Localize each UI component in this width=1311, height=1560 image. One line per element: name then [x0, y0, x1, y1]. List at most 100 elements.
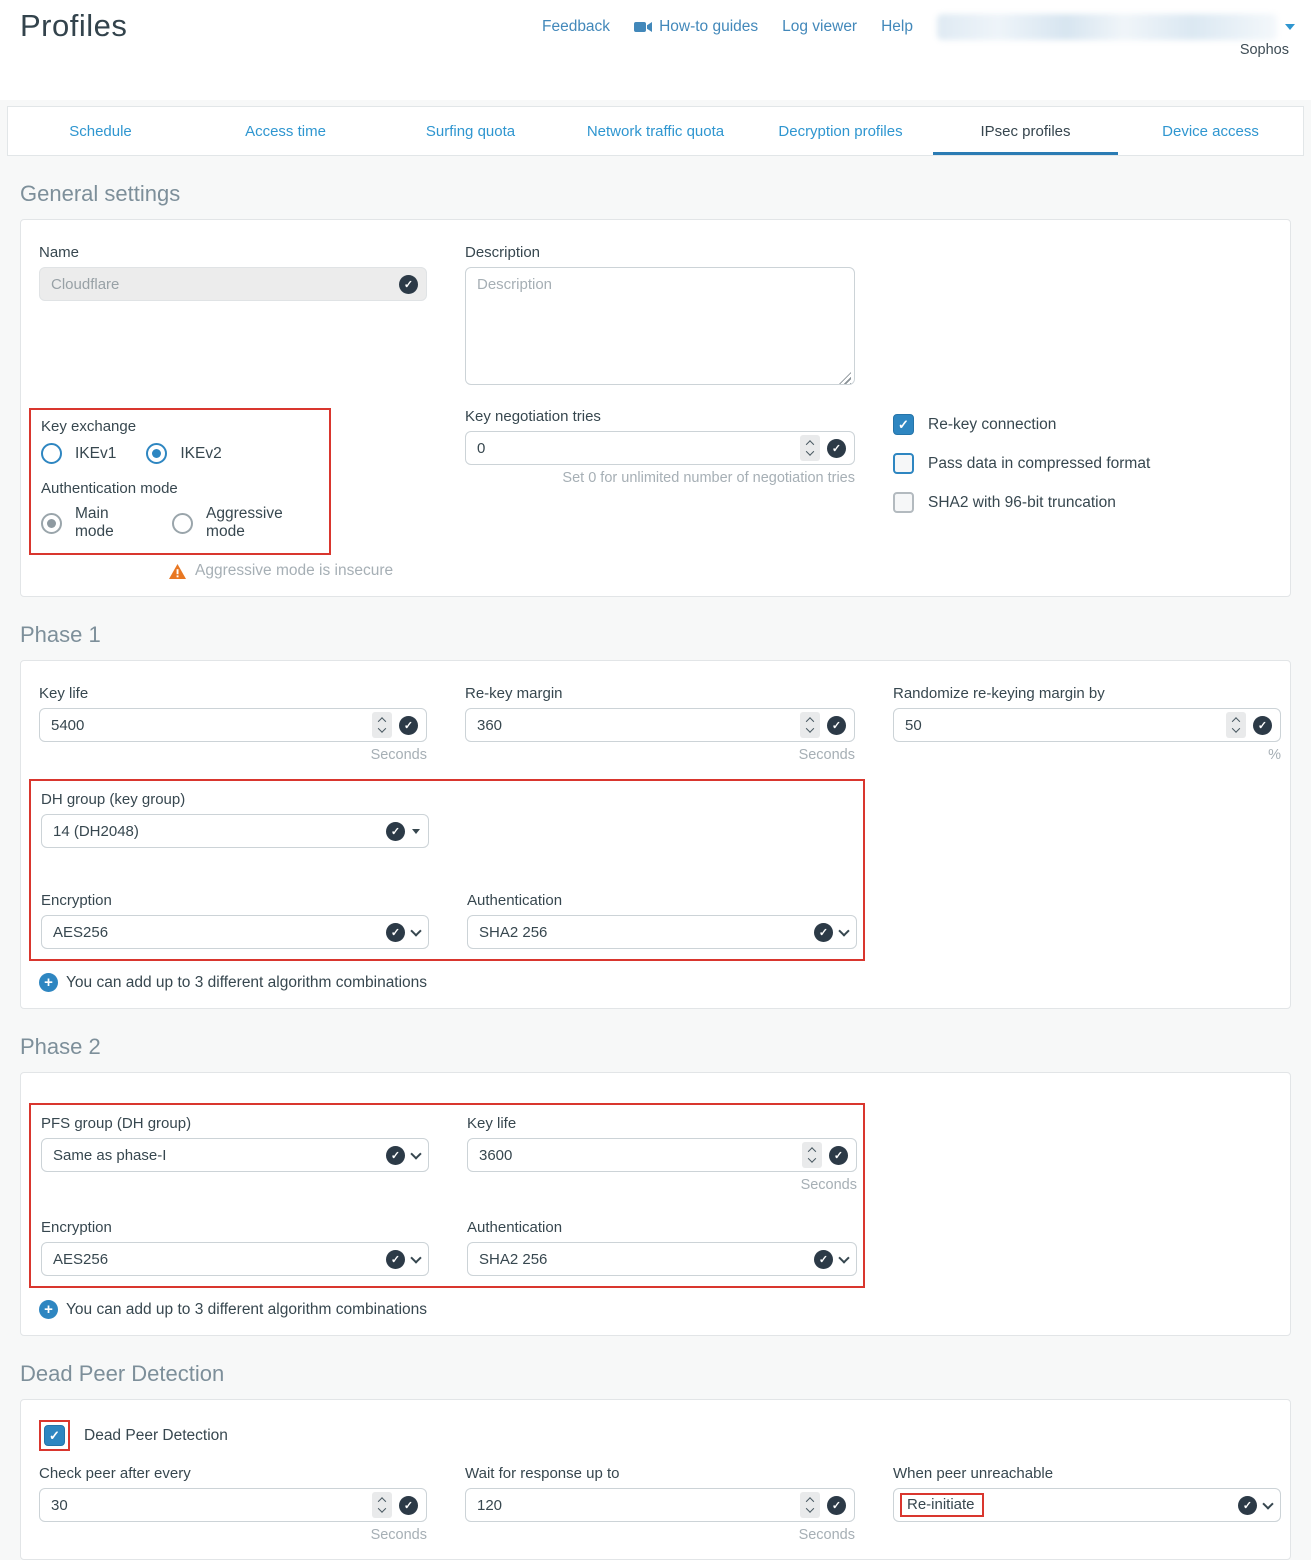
radio-aggressive-mode-label: Aggressive mode: [206, 505, 317, 541]
tab-bar: Schedule Access time Surfing quota Netwo…: [7, 106, 1304, 156]
randomize-margin-label: Randomize re-keying margin by: [893, 685, 1281, 702]
number-stepper[interactable]: [802, 1142, 822, 1168]
add-combination-icon[interactable]: [39, 973, 58, 992]
key-negotiation-value[interactable]: [477, 440, 800, 457]
tab-surfing-quota[interactable]: Surfing quota: [378, 107, 563, 155]
when-unreachable-select[interactable]: Re-initiate: [893, 1488, 1281, 1522]
dh-group-select[interactable]: 14 (DH2048): [41, 814, 429, 848]
valid-check-icon: [814, 1250, 833, 1269]
chevron-down-icon: [410, 1148, 421, 1159]
account-name-redacted: [937, 14, 1277, 40]
pfs-group-select[interactable]: Same as phase-I: [41, 1138, 429, 1172]
tab-device-access[interactable]: Device access: [1118, 107, 1303, 155]
dropdown-caret-icon: [412, 829, 420, 834]
number-stepper[interactable]: [1226, 712, 1246, 738]
phase2-encryption-select[interactable]: AES256: [41, 1242, 429, 1276]
aggressive-mode-warning: Aggressive mode is insecure: [195, 562, 393, 580]
phase1-authentication-select[interactable]: SHA2 256: [467, 915, 857, 949]
radio-ikev2-label: IKEv2: [180, 445, 221, 463]
phase1-encryption-select[interactable]: AES256: [41, 915, 429, 949]
sha2-truncation-checkbox: [893, 492, 914, 513]
help-link[interactable]: Help: [881, 18, 913, 36]
key-negotiation-hint: Set 0 for unlimited number of negotiatio…: [465, 470, 855, 486]
dh-group-label: DH group (key group): [41, 791, 429, 808]
log-viewer-link[interactable]: Log viewer: [782, 18, 857, 36]
chevron-down-icon: [410, 1252, 421, 1263]
howto-guides-link[interactable]: How-to guides: [634, 18, 758, 36]
rekey-margin-input[interactable]: [465, 708, 855, 742]
number-stepper[interactable]: [372, 1492, 392, 1518]
valid-check-icon: [386, 822, 405, 841]
valid-check-icon: [1238, 1496, 1257, 1515]
phase1-encryption-value: AES256: [53, 924, 108, 941]
feedback-link[interactable]: Feedback: [542, 18, 610, 36]
number-stepper[interactable]: [800, 435, 820, 461]
valid-check-icon: [399, 275, 418, 294]
randomize-margin-value[interactable]: [905, 717, 1226, 734]
card-phase1: Key life Seconds Re-key margin: [20, 660, 1291, 1009]
tab-access-time[interactable]: Access time: [193, 107, 378, 155]
wait-response-value[interactable]: [477, 1497, 800, 1514]
randomize-margin-unit: %: [893, 747, 1281, 763]
phase2-authentication-label: Authentication: [467, 1219, 857, 1236]
rekey-margin-label: Re-key margin: [465, 685, 855, 702]
rekey-margin-unit: Seconds: [465, 747, 855, 763]
tab-decryption-profiles[interactable]: Decryption profiles: [748, 107, 933, 155]
dropdown-arrow-icon: [1285, 24, 1295, 30]
phase2-encryption-value: AES256: [53, 1251, 108, 1268]
radio-ikev2[interactable]: [146, 443, 167, 464]
key-exchange-label: Key exchange: [41, 418, 317, 435]
rekey-margin-value[interactable]: [477, 717, 800, 734]
account-selector[interactable]: [937, 14, 1295, 40]
valid-check-icon: [827, 716, 846, 735]
valid-check-icon: [814, 923, 833, 942]
check-peer-value[interactable]: [51, 1497, 372, 1514]
section-heading-phase2: Phase 2: [20, 1034, 1291, 1060]
phase1-key-life-input[interactable]: [39, 708, 427, 742]
phase2-key-life-value[interactable]: [479, 1147, 802, 1164]
section-heading-general-settings: General settings: [20, 181, 1291, 207]
randomize-margin-input[interactable]: [893, 708, 1281, 742]
check-peer-label: Check peer after every: [39, 1465, 427, 1482]
radio-main-mode: [41, 513, 62, 534]
tab-ipsec-profiles[interactable]: IPsec profiles: [933, 107, 1118, 155]
number-stepper[interactable]: [372, 712, 392, 738]
pfs-group-value: Same as phase-I: [53, 1147, 166, 1164]
name-input: [39, 267, 427, 301]
highlight-box-reinitiate: Re-initiate: [900, 1493, 984, 1517]
number-stepper[interactable]: [800, 1492, 820, 1518]
howto-guides-label: How-to guides: [659, 18, 758, 36]
phase1-key-life-unit: Seconds: [39, 747, 427, 763]
description-textarea[interactable]: [465, 267, 855, 385]
highlight-box-phase2-algorithms: PFS group (DH group) Same as phase-I Key…: [29, 1103, 865, 1288]
phase1-authentication-value: SHA2 256: [479, 924, 547, 941]
valid-check-icon: [399, 716, 418, 735]
key-negotiation-input[interactable]: [465, 431, 855, 465]
radio-ikev1-label: IKEv1: [75, 445, 116, 463]
dpd-checkbox[interactable]: [44, 1425, 65, 1446]
wait-response-unit: Seconds: [465, 1527, 855, 1543]
radio-ikev1[interactable]: [41, 443, 62, 464]
when-unreachable-label: When peer unreachable: [893, 1465, 1281, 1482]
valid-check-icon: [827, 439, 846, 458]
chevron-down-icon: [1262, 1498, 1273, 1509]
highlight-box-phase1-algorithms: DH group (key group) 14 (DH2048) Encrypt…: [29, 779, 865, 961]
valid-check-icon: [399, 1496, 418, 1515]
valid-check-icon: [827, 1496, 846, 1515]
phase2-authentication-select[interactable]: SHA2 256: [467, 1242, 857, 1276]
rekey-connection-label: Re-key connection: [928, 416, 1056, 434]
compressed-format-checkbox[interactable]: [893, 453, 914, 474]
check-peer-input[interactable]: [39, 1488, 427, 1522]
add-combination-icon[interactable]: [39, 1300, 58, 1319]
tab-network-traffic-quota[interactable]: Network traffic quota: [563, 107, 748, 155]
rekey-connection-checkbox[interactable]: [893, 414, 914, 435]
wait-response-input[interactable]: [465, 1488, 855, 1522]
authentication-mode-label: Authentication mode: [41, 480, 317, 497]
number-stepper[interactable]: [800, 712, 820, 738]
phase2-key-life-input[interactable]: [467, 1138, 857, 1172]
radio-aggressive-mode: [172, 513, 193, 534]
tab-schedule[interactable]: Schedule: [8, 107, 193, 155]
valid-check-icon: [386, 923, 405, 942]
phase1-key-life-value[interactable]: [51, 717, 372, 734]
compressed-format-label: Pass data in compressed format: [928, 455, 1150, 473]
